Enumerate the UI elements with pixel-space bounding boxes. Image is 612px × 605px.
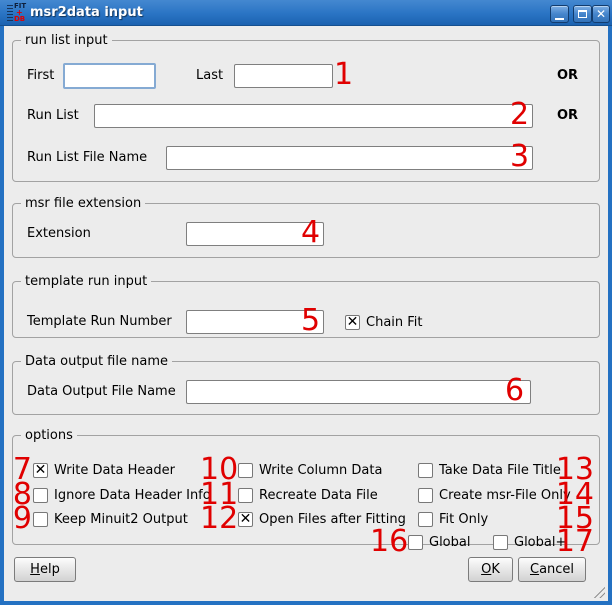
button-label: OK bbox=[481, 562, 500, 577]
fit-only-checkbox[interactable] bbox=[418, 512, 433, 527]
annotation-3: 3 bbox=[510, 143, 529, 170]
or-label-top: OR bbox=[557, 64, 578, 88]
group-title: template run input bbox=[21, 273, 151, 290]
data-output-file-name-input[interactable] bbox=[186, 380, 531, 404]
option-write-data-header: ✕ Write Data Header bbox=[33, 460, 175, 480]
chain-fit-option: ✕ Chain Fit bbox=[345, 312, 423, 332]
msr-file-lines-icon bbox=[7, 5, 13, 21]
last-label: Last bbox=[196, 64, 223, 88]
check-mark: ✕ bbox=[347, 315, 359, 329]
window-title: msr2data input bbox=[30, 0, 143, 25]
run-list-file-name-label: Run List File Name bbox=[27, 146, 147, 170]
annotation-16: 16 bbox=[370, 528, 406, 555]
option-write-column-data: Write Column Data bbox=[238, 460, 382, 480]
annotation-2: 2 bbox=[510, 101, 529, 128]
close-icon: ✕ bbox=[596, 8, 606, 20]
group-title: run list input bbox=[21, 32, 112, 49]
option-label: Fit Only bbox=[439, 512, 488, 527]
ignore-data-header-info-checkbox[interactable] bbox=[33, 488, 48, 503]
annotation-5: 5 bbox=[301, 307, 320, 334]
data-output-file-name-label: Data Output File Name bbox=[27, 380, 176, 404]
check-mark: ✕ bbox=[35, 463, 47, 477]
minimize-icon bbox=[555, 18, 564, 20]
cancel-button[interactable]: Cancel bbox=[518, 557, 586, 582]
option-label: Ignore Data Header Info bbox=[54, 488, 211, 503]
annotation-6: 6 bbox=[505, 377, 524, 404]
msr2data-app-icon: FIT + DB bbox=[7, 3, 27, 23]
annotation-9: 9 bbox=[12, 505, 32, 532]
write-data-header-checkbox[interactable]: ✕ bbox=[33, 463, 48, 478]
annotation-4: 4 bbox=[301, 219, 320, 246]
run-list-file-name-input[interactable] bbox=[166, 146, 533, 170]
option-label: Create msr-File Only bbox=[439, 488, 571, 503]
option-keep-minuit2-output: Keep Minuit2 Output bbox=[33, 509, 188, 529]
icon-text-db: DB bbox=[14, 16, 25, 23]
chain-fit-checkbox[interactable]: ✕ bbox=[345, 315, 360, 330]
close-button[interactable]: ✕ bbox=[592, 5, 610, 23]
option-ignore-data-header-info: Ignore Data Header Info bbox=[33, 485, 211, 505]
option-take-data-file-title: Take Data File Title bbox=[418, 460, 561, 480]
create-msr-file-only-checkbox[interactable] bbox=[418, 488, 433, 503]
maximize-icon bbox=[578, 10, 587, 18]
option-fit-only: Fit Only bbox=[418, 509, 488, 529]
open-files-after-fitting-checkbox[interactable]: ✕ bbox=[238, 512, 253, 527]
recreate-data-file-checkbox[interactable] bbox=[238, 488, 253, 503]
minimize-button[interactable] bbox=[550, 5, 569, 23]
group-title: msr file extension bbox=[21, 195, 145, 212]
global-checkbox[interactable] bbox=[408, 535, 423, 550]
annotation-1: 1 bbox=[334, 61, 353, 88]
run-list-label: Run List bbox=[27, 104, 79, 128]
dialog-window: FIT + DB msr2data input ✕ run list input… bbox=[0, 0, 612, 605]
or-label-mid: OR bbox=[557, 104, 578, 128]
maximize-button[interactable] bbox=[573, 5, 592, 23]
option-label: Global bbox=[429, 535, 470, 550]
resize-grip[interactable] bbox=[591, 584, 605, 598]
global-plus-checkbox[interactable] bbox=[493, 535, 508, 550]
option-label: Write Data Header bbox=[54, 463, 175, 478]
dialog-content: run list input First Last 1 OR Run List … bbox=[4, 26, 608, 601]
option-label: Write Column Data bbox=[259, 463, 382, 478]
extension-label: Extension bbox=[27, 222, 91, 246]
first-run-input[interactable] bbox=[63, 63, 156, 89]
option-label: Take Data File Title bbox=[439, 463, 561, 478]
take-data-file-title-checkbox[interactable] bbox=[418, 463, 433, 478]
template-run-number-label: Template Run Number bbox=[27, 310, 172, 334]
option-label: Keep Minuit2 Output bbox=[54, 512, 188, 527]
ok-button[interactable]: OK bbox=[468, 557, 513, 582]
annotation-12: 12 bbox=[200, 505, 236, 532]
write-column-data-checkbox[interactable] bbox=[238, 463, 253, 478]
title-bar[interactable]: FIT + DB msr2data input ✕ bbox=[0, 0, 612, 26]
button-label: Cancel bbox=[530, 562, 574, 577]
help-button[interactable]: Help bbox=[14, 557, 76, 582]
option-global: Global bbox=[408, 532, 470, 552]
last-run-input[interactable] bbox=[234, 64, 333, 88]
run-list-input[interactable] bbox=[94, 104, 533, 128]
first-label: First bbox=[27, 64, 54, 88]
option-create-msr-file-only: Create msr-File Only bbox=[418, 485, 571, 505]
group-title: options bbox=[21, 427, 77, 444]
check-mark: ✕ bbox=[240, 512, 252, 526]
option-label: Recreate Data File bbox=[259, 488, 378, 503]
option-recreate-data-file: Recreate Data File bbox=[238, 485, 378, 505]
group-title: Data output file name bbox=[21, 353, 172, 370]
keep-minuit2-output-checkbox[interactable] bbox=[33, 512, 48, 527]
button-label: Help bbox=[30, 562, 60, 577]
annotation-17: 17 bbox=[556, 528, 594, 555]
chain-fit-label: Chain Fit bbox=[366, 315, 423, 330]
